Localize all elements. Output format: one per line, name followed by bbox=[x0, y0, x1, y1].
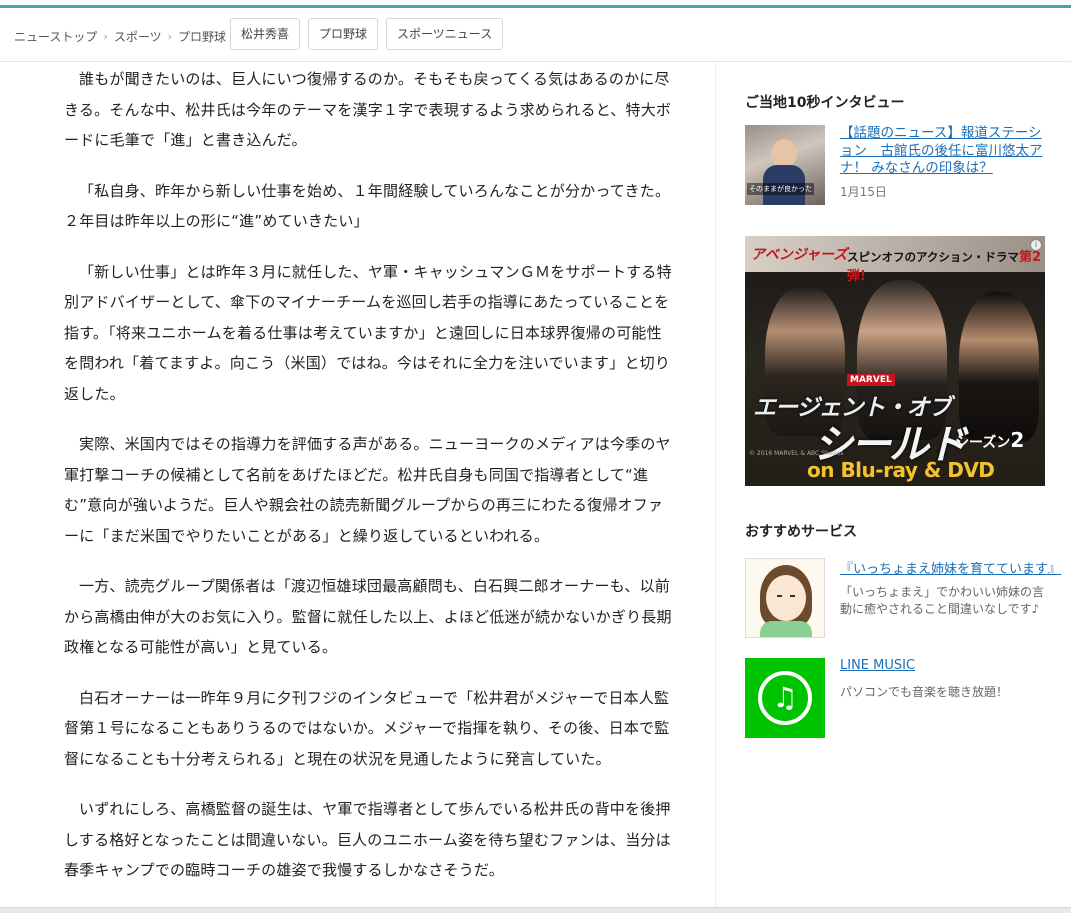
service-description: 「いっちょまえ」でかわいい姉妹の言動に癒やされること間違いなしです♪ bbox=[840, 585, 1045, 616]
horizontal-scrollbar[interactable] bbox=[0, 907, 1071, 913]
ad-tagline-text: スピンオフのアクション・ドラマ bbox=[847, 250, 1019, 264]
breadcrumb-pro-baseball[interactable]: プロ野球 bbox=[178, 28, 226, 45]
service-name-link[interactable]: LINE MUSIC bbox=[840, 658, 915, 673]
service-name-link[interactable]: 『いっちょまえ姉妹を育てています』 bbox=[840, 558, 1061, 577]
interview-title-link[interactable]: 【話題のニュース】報道ステーション 古館氏の後任に富川悠太アナ！ みなさんの印象… bbox=[840, 125, 1050, 178]
article-paragraph: 「私自身、昨年から新しい仕事を始め、１年間経験していろんなことが分かってきた。２… bbox=[64, 181, 671, 231]
thumbnail-caption: そのままが良かった bbox=[747, 183, 814, 195]
article-paragraph: 一方、読売グループ関係者は「渡辺恒雄球団最高顧問も、白石興二郎オーナーも、以前か… bbox=[64, 577, 672, 656]
interview-card[interactable]: そのままが良かった 【話題のニュース】報道ステーション 古館氏の後任に富川悠太ア… bbox=[745, 125, 1045, 207]
ad-copyright: © 2016 MARVEL & ABC Studios bbox=[749, 450, 844, 457]
ad-person-right bbox=[959, 292, 1039, 442]
article-paragraph: いずれにしろ、高橋監督の誕生は、ヤ軍で指導者として歩んでいる松井氏の背中を後押し… bbox=[64, 800, 671, 879]
interview-heading: ご当地10秒インタビュー bbox=[745, 95, 905, 111]
tag-matsui[interactable]: 松井秀喜 bbox=[230, 18, 301, 50]
music-note-icon: ♫ bbox=[758, 671, 812, 725]
line-music-icon[interactable]: ♫ bbox=[745, 658, 825, 738]
tag-sports-news[interactable]: スポーツニュース bbox=[386, 18, 504, 50]
article-paragraph: 誰もが聞きたいのは、巨人にいつ復帰するのか。そもそも戻ってくる気はあるのかに尽き… bbox=[64, 70, 672, 149]
illustration-shirt bbox=[760, 621, 812, 637]
tag-pro-baseball[interactable]: プロ野球 bbox=[308, 18, 379, 50]
ad-tagline: スピンオフのアクション・ドラマ第2弾! bbox=[847, 246, 1045, 284]
ad-season: シーズン2 bbox=[955, 428, 1024, 452]
breadcrumb-news-top[interactable]: ニューストップ bbox=[14, 28, 97, 45]
service-description: パソコンでも音楽を聴き放題！ bbox=[840, 685, 1009, 699]
illustration-eye bbox=[790, 595, 795, 597]
breadcrumb-separator: › bbox=[103, 30, 108, 43]
top-bar: ニューストップ › スポーツ › プロ野球 松井秀喜 プロ野球 スポーツニュース bbox=[0, 0, 1071, 62]
service-item-manga[interactable]: 『いっちょまえ姉妹を育てています』 「いっちょまえ」でかわいい姉妹の言動に癒やさ… bbox=[745, 558, 1061, 638]
ad-info-icon[interactable]: i bbox=[1030, 239, 1042, 251]
breadcrumb-sports[interactable]: スポーツ bbox=[114, 28, 162, 45]
girl-illustration-icon[interactable] bbox=[745, 558, 825, 638]
services-heading: おすすめサービス bbox=[745, 524, 857, 540]
ad-season-number: 2 bbox=[1010, 428, 1025, 452]
article-body: 誰もが聞きたいのは、巨人にいつ復帰するのか。そもそも戻ってくる気はあるのかに尽き… bbox=[64, 64, 676, 906]
service-item-line-music[interactable]: ♫ LINE MUSIC パソコンでも音楽を聴き放題！ bbox=[745, 658, 1055, 738]
breadcrumb-separator: › bbox=[167, 30, 172, 43]
illustration-eye bbox=[777, 595, 782, 597]
advertisement-banner[interactable]: アベンジャーズ スピンオフのアクション・ドラマ第2弾! i MARVEL エージ… bbox=[745, 236, 1045, 486]
breadcrumb: ニューストップ › スポーツ › プロ野球 bbox=[14, 28, 226, 45]
illustration-face bbox=[766, 575, 806, 621]
interview-date: 1月15日 bbox=[840, 185, 887, 199]
tag-list: 松井秀喜 プロ野球 スポーツニュース bbox=[230, 18, 504, 50]
ad-format: on Blu-ray & DVD bbox=[807, 458, 995, 482]
column-divider bbox=[715, 62, 716, 907]
ad-season-label: シーズン bbox=[955, 435, 1011, 451]
ad-marvel-logo: MARVEL bbox=[847, 374, 895, 386]
ad-brand-logo: アベンジャーズ bbox=[751, 247, 848, 263]
top-accent-bar bbox=[0, 5, 1071, 8]
article-paragraph: 実際、米国内ではその指導力を評価する声がある。ニューヨークのメディアは今季のヤ軍… bbox=[64, 435, 671, 545]
interview-thumbnail[interactable]: そのままが良かった bbox=[745, 125, 825, 205]
article-paragraph: 白石オーナーは一昨年９月に夕刊フジのインタビューで「松井君がメジャーで日本人監督… bbox=[64, 688, 670, 768]
article-paragraph: 「新しい仕事」とは昨年３月に就任した、ヤ軍・キャッシュマンＧＭをサポートする特別… bbox=[64, 262, 672, 403]
